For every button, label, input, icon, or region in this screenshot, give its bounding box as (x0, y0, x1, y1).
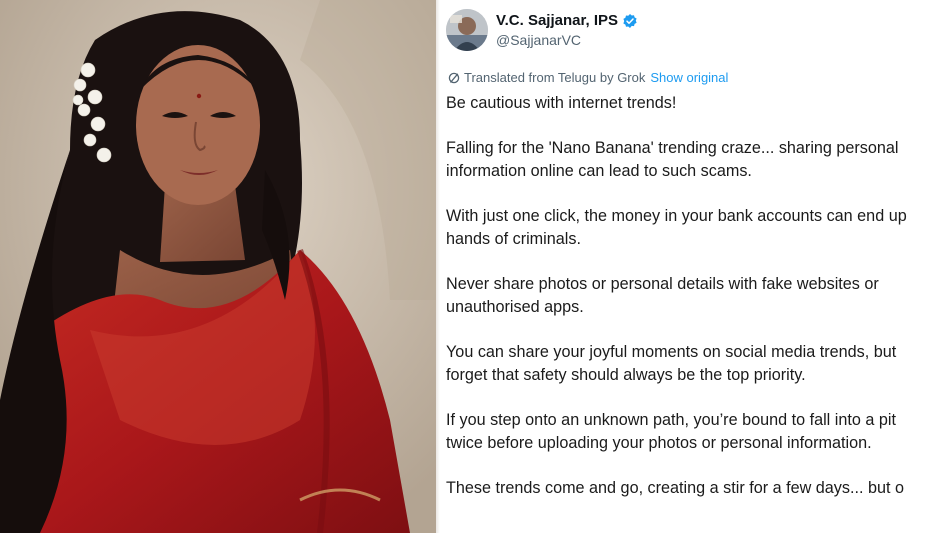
tweet-line: unauthorised apps. (446, 298, 584, 316)
tweet-line: You can share your joyful moments on soc… (446, 343, 897, 361)
user-handle[interactable]: @SajjanarVC (496, 32, 638, 48)
tweet-line: forget that safety should always be the … (446, 366, 806, 384)
tweet-paragraph: These trends come and go, creating a sti… (446, 477, 948, 500)
tweet-paragraph: Be cautious with internet trends! (446, 92, 948, 115)
grok-icon (448, 72, 460, 83)
tweet-header: V.C. Sajjanar, IPS @SajjanarVC (446, 8, 638, 52)
tweet-line: twice before uploading your photos or pe… (446, 434, 872, 452)
tweet-paragraph: You can share your joyful moments on soc… (446, 341, 948, 387)
woman-photo-illustration (0, 0, 436, 533)
avatar[interactable] (446, 9, 488, 51)
tweet-paragraph: With just one click, the money in your b… (446, 205, 948, 251)
avatar-image (446, 9, 488, 51)
tweet-line: These trends come and go, creating a sti… (446, 479, 904, 497)
tweet-paragraph: If you step onto an unknown path, you’re… (446, 409, 948, 455)
tweet-line: With just one click, the money in your b… (446, 207, 907, 225)
tweet-line: hands of criminals. (446, 230, 581, 248)
tweet-card: V.C. Sajjanar, IPS @SajjanarVC Translate… (440, 0, 948, 533)
tweet-paragraph: Falling for the 'Nano Banana' trending c… (446, 137, 948, 183)
tweet-body: Be cautious with internet trends! Fallin… (446, 92, 948, 500)
tweet-line: information online can lead to such scam… (446, 162, 752, 180)
tweet-line: Falling for the 'Nano Banana' trending c… (446, 139, 899, 157)
display-name[interactable]: V.C. Sajjanar, IPS (496, 12, 618, 29)
show-original-link[interactable]: Show original (650, 70, 728, 85)
tweet-line: Be cautious with internet trends! (446, 94, 677, 112)
tweet-paragraph: Never share photos or personal details w… (446, 273, 948, 319)
photo-woman-in-red-saree (0, 0, 436, 533)
translation-notice: Translated from Telugu by Grok Show orig… (448, 70, 728, 85)
verified-badge-icon (623, 13, 637, 28)
tweet-line: Never share photos or personal details w… (446, 275, 879, 293)
tweet-line: If you step onto an unknown path, you’re… (446, 411, 896, 429)
translated-label: Translated from Telugu by Grok (464, 70, 646, 85)
